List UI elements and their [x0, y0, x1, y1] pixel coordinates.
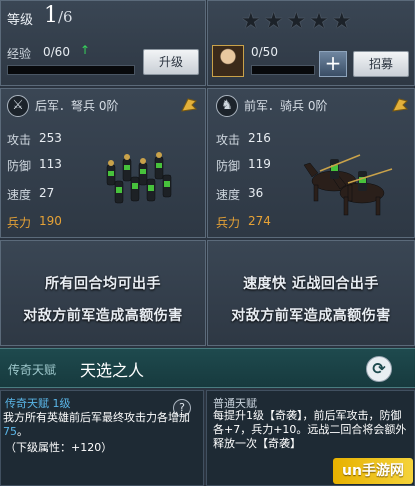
next-level-attribute: （下级属性：+120）: [5, 441, 113, 454]
flag-icon[interactable]: [179, 97, 199, 115]
talent-label: 传奇天赋: [8, 363, 57, 377]
stat-value: 36: [248, 186, 264, 200]
exp-value: 0/60: [43, 45, 70, 59]
stat-label: 防御: [216, 159, 241, 173]
stat-label: 兵力: [216, 216, 241, 230]
normal-talent-text: 每提升1级【奇袭】，前后军攻击，防御各+7，兵力+10。远战二回合将会额外释放一…: [213, 409, 407, 450]
star-panel: ★★★★★ 0/50 + 招募: [207, 0, 415, 86]
legend-talent-title: 传奇天赋 1级: [5, 397, 71, 410]
talent-name: 天选之人: [80, 361, 145, 380]
stat-value: 119: [248, 157, 271, 171]
star-rating: ★★★★★: [241, 9, 355, 34]
hero-count: 0/50: [251, 45, 278, 59]
cavalry-troop-image: [303, 154, 393, 216]
hero-avatar[interactable]: [212, 45, 244, 77]
talent-bar: 传奇天赋 天选之人 ⟳: [0, 348, 415, 388]
add-button[interactable]: +: [319, 51, 347, 77]
talent-text: 我方所有英雄前后军最终攻击力各增加: [3, 411, 190, 424]
stat-value: 27: [39, 186, 55, 200]
level-panel: 等级 1/6 经验 0/60 ↑ 升级: [0, 0, 206, 86]
exp-progress-bar: [7, 65, 135, 75]
rear-troop-description: 所有回合均可出手 对敌方前军造成高额伤害: [0, 240, 206, 346]
front-troop-description: 速度快 近战回合出手 对敌方前军造成高额伤害: [207, 240, 415, 346]
level-max: /6: [58, 8, 73, 26]
stat-value: 274: [248, 214, 271, 228]
stat-force: 兵力 190: [7, 214, 62, 231]
level-current: 1: [44, 3, 58, 28]
upgrade-button[interactable]: 升级: [143, 49, 199, 75]
hero-progress-bar: [251, 65, 315, 75]
troop-title: 前军．骑兵 0阶: [244, 99, 328, 113]
desc-line-2: 对敌方前军造成高额伤害: [231, 308, 391, 324]
arrow-up-icon: ↑: [80, 43, 91, 57]
crossbow-troop-image: [106, 152, 172, 204]
desc-line-1: 速度快 近战回合出手: [243, 276, 379, 292]
stat-value: 253: [39, 131, 62, 145]
stat-speed: 速度 36: [216, 186, 263, 203]
stat-defense: 防御 119: [216, 157, 271, 174]
stat-value: 113: [39, 157, 62, 171]
legend-talent-text: 我方所有英雄前后军最终攻击力各增加75。: [3, 411, 199, 439]
talent-value: 75: [3, 425, 17, 438]
horse-icon: ♞: [216, 95, 238, 117]
exp-label: 经验: [7, 47, 32, 61]
stat-label: 防御: [7, 159, 32, 173]
rear-troop-panel: ⚔ 后军．弩兵 0阶 攻击 253 防御 113 速度 27 兵力 190: [0, 88, 206, 238]
front-troop-panel: ♞ 前军．骑兵 0阶 攻击 216 防御 119 速度 36 兵力 274: [207, 88, 415, 238]
recruit-button[interactable]: 招募: [353, 51, 409, 77]
stat-value: 216: [248, 131, 271, 145]
stat-value: 190: [39, 214, 62, 228]
stat-label: 攻击: [216, 133, 241, 147]
stat-speed: 速度 27: [7, 186, 54, 203]
stat-defense: 防御 113: [7, 157, 62, 174]
crossbow-icon: ⚔: [7, 95, 29, 117]
watermark-logo: un手游网: [333, 458, 413, 484]
legend-talent-panel: 传奇天赋 1级 ? 我方所有英雄前后军最终攻击力各增加75。 （下级属性：+12…: [0, 390, 204, 486]
desc-line-1: 所有回合均可出手: [45, 276, 161, 292]
talent-text-end: 。: [17, 425, 28, 438]
stat-label: 攻击: [7, 133, 32, 147]
level-value: 1/6: [44, 3, 73, 28]
stat-label: 兵力: [7, 216, 32, 230]
troop-title: 后军．弩兵 0阶: [35, 99, 119, 113]
stat-attack: 攻击 253: [7, 131, 62, 148]
stat-label: 速度: [7, 188, 32, 202]
refresh-button[interactable]: ⟳: [366, 356, 392, 382]
stat-label: 速度: [216, 188, 241, 202]
flag-icon[interactable]: [390, 97, 410, 115]
stat-force: 兵力 274: [216, 214, 271, 231]
stat-attack: 攻击 216: [216, 131, 271, 148]
desc-line-2: 对敌方前军造成高额伤害: [23, 308, 183, 324]
level-label: 等级: [7, 13, 34, 28]
